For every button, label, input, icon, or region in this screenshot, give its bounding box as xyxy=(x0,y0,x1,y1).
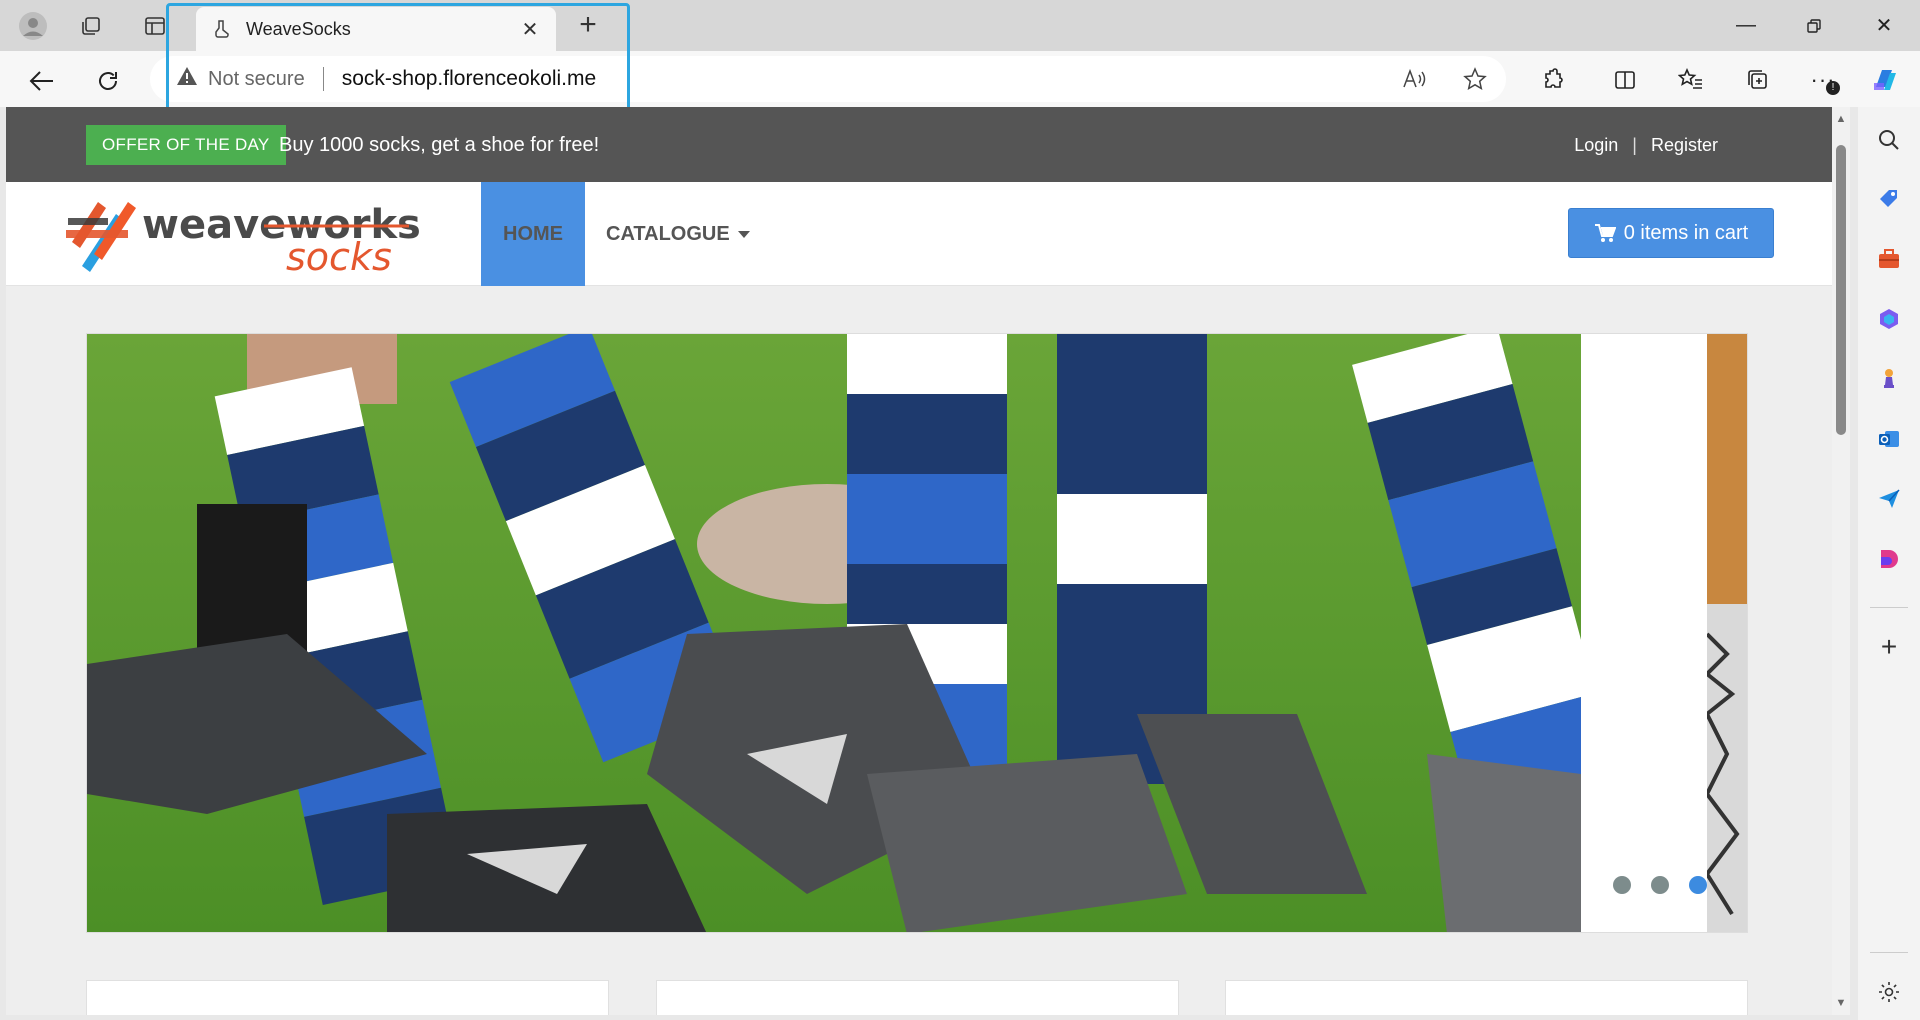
collections-icon[interactable] xyxy=(74,9,108,43)
carousel-dot-3[interactable] xyxy=(1689,876,1707,894)
url-text[interactable]: sock-shop.florenceokoli.me xyxy=(342,67,596,91)
browser-tab-bar: WeaveSocks ✕ + — ✕ xyxy=(0,0,1920,51)
page-favicon-icon xyxy=(214,20,232,38)
page-scrollbar[interactable]: ▲ ▼ xyxy=(1832,107,1850,1015)
cart-button[interactable]: 0 items in cart xyxy=(1568,208,1774,258)
next-slide-peek xyxy=(1707,334,1747,932)
hero-carousel[interactable] xyxy=(86,333,1748,933)
sidebar-divider xyxy=(1870,607,1908,608)
tab-weavesocks[interactable]: WeaveSocks ✕ xyxy=(196,7,556,51)
offer-strip: OFFER OF THE DAY Buy 1000 socks, get a s… xyxy=(6,107,1832,182)
scroll-up-arrow-icon[interactable]: ▲ xyxy=(1835,113,1847,125)
split-screen-icon[interactable] xyxy=(1608,63,1642,97)
security-status-label[interactable]: Not secure xyxy=(208,68,305,91)
offer-badge: OFFER OF THE DAY xyxy=(86,125,286,165)
send-paperplane-icon[interactable] xyxy=(1874,484,1904,514)
offer-text: Buy 1000 socks, get a shoe for free! xyxy=(279,134,600,156)
scroll-thumb[interactable] xyxy=(1836,145,1846,435)
auth-separator: | xyxy=(1632,135,1637,155)
microsoft365-icon[interactable] xyxy=(1874,304,1904,334)
minimize-icon[interactable]: — xyxy=(1712,0,1780,51)
more-options-icon[interactable]: ··· ! xyxy=(1806,63,1840,97)
read-aloud-icon[interactable] xyxy=(1398,62,1432,96)
tab-actions-icon[interactable] xyxy=(138,9,172,43)
shopping-tag-icon[interactable] xyxy=(1874,184,1904,214)
profile-avatar-icon[interactable] xyxy=(16,9,50,43)
weaveworks-socks-logo[interactable]: weaveworks socks xyxy=(64,194,434,279)
nav-home[interactable]: HOME xyxy=(481,182,585,286)
login-link[interactable]: Login xyxy=(1574,125,1618,165)
favorites-icon[interactable] xyxy=(1674,63,1708,97)
browser-toolbar: Not secure sock-shop.florenceokoli.me ··… xyxy=(0,51,1920,107)
favorite-star-icon[interactable] xyxy=(1458,62,1492,96)
product-card[interactable] xyxy=(1225,980,1748,1015)
refresh-icon[interactable] xyxy=(88,61,128,101)
copilot-icon[interactable] xyxy=(1868,63,1902,97)
tab-title: WeaveSocks xyxy=(246,18,351,39)
register-link[interactable]: Register xyxy=(1651,125,1718,165)
designer-icon[interactable] xyxy=(1874,544,1904,574)
web-page: OFFER OF THE DAY Buy 1000 socks, get a s… xyxy=(6,107,1832,1015)
product-card[interactable] xyxy=(656,980,1179,1015)
restore-icon[interactable] xyxy=(1780,0,1848,51)
add-sidebar-app-icon[interactable]: + xyxy=(1874,631,1904,662)
caret-down-icon xyxy=(737,230,750,238)
scroll-down-arrow-icon[interactable]: ▼ xyxy=(1835,997,1847,1009)
nav-catalogue-label: CATALOGUE xyxy=(606,222,730,245)
carousel-dots xyxy=(1613,876,1707,894)
shopping-cart-icon xyxy=(1594,224,1616,242)
outlook-icon[interactable] xyxy=(1874,424,1904,454)
games-chess-icon[interactable] xyxy=(1874,364,1904,394)
address-separator xyxy=(322,67,324,91)
svg-text:socks: socks xyxy=(286,235,392,276)
product-card-row xyxy=(86,980,1748,1015)
carousel-dot-2[interactable] xyxy=(1651,876,1669,894)
nav-catalogue-dropdown[interactable]: CATALOGUE xyxy=(606,182,750,286)
hero-slide-image xyxy=(87,334,1581,932)
close-tab-icon[interactable]: ✕ xyxy=(518,17,542,42)
close-window-icon[interactable]: ✕ xyxy=(1850,0,1918,51)
warning-icon[interactable] xyxy=(176,66,198,92)
new-tab-button[interactable]: + xyxy=(568,9,608,43)
extensions-icon[interactable] xyxy=(1536,63,1570,97)
product-card[interactable] xyxy=(86,980,609,1015)
edge-sidebar: + xyxy=(1858,107,1920,1020)
settings-gear-icon[interactable] xyxy=(1874,977,1904,1007)
sidebar-divider-bottom xyxy=(1870,952,1908,953)
weaveworks-mark-icon xyxy=(66,202,136,272)
address-bar[interactable]: Not secure sock-shop.florenceokoli.me xyxy=(150,56,1506,102)
back-icon[interactable] xyxy=(22,61,62,101)
collections-add-icon[interactable] xyxy=(1740,63,1774,97)
notification-badge: ! xyxy=(1826,81,1840,95)
site-header: weaveworks socks HOME CATALOGUE 0 items … xyxy=(6,182,1832,286)
auth-links: Login | Register xyxy=(1574,125,1718,165)
cart-label: 0 items in cart xyxy=(1623,221,1749,244)
carousel-dot-1[interactable] xyxy=(1613,876,1631,894)
tools-briefcase-icon[interactable] xyxy=(1874,244,1904,274)
search-icon[interactable] xyxy=(1874,125,1904,155)
